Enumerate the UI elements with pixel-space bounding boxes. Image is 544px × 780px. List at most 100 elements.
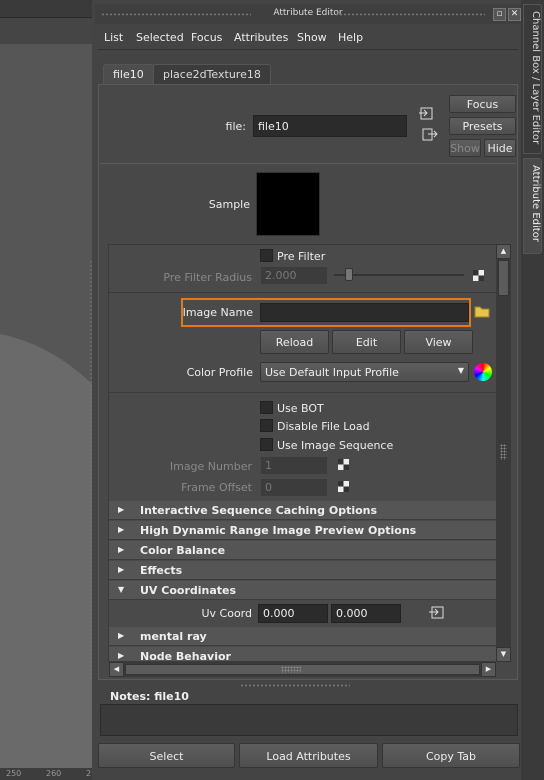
section-effects[interactable]: ▶ Effects xyxy=(109,561,496,580)
scroll-grip xyxy=(281,666,301,673)
section-hdr-preview[interactable]: ▶ High Dynamic Range Image Preview Option… xyxy=(109,521,496,540)
expand-arrow-icon: ▶ xyxy=(118,505,125,514)
section-interactive-sequence-caching[interactable]: ▶ Interactive Sequence Caching Options xyxy=(109,501,496,520)
scroll-right-icon[interactable]: ▶ xyxy=(481,662,496,677)
uv-coord-v-field[interactable]: 0.000 xyxy=(331,604,401,623)
section-label: Color Balance xyxy=(140,544,226,557)
frame-offset-field[interactable]: 0 xyxy=(260,478,328,497)
focus-button[interactable]: Focus xyxy=(449,95,516,113)
menu-help[interactable]: Help xyxy=(338,31,363,44)
frame-offset-label: Frame Offset xyxy=(181,481,252,494)
vertical-scroll-thumb[interactable] xyxy=(498,260,509,296)
menu-bar: List Selected Focus Attributes Show Help xyxy=(98,28,518,48)
view-button[interactable]: View xyxy=(404,330,473,354)
map-texture-icon[interactable] xyxy=(473,270,484,281)
time-ruler[interactable]: 250 260 270 280 290 40 xyxy=(0,768,92,780)
notes-textarea[interactable] xyxy=(100,704,518,736)
section-node-behavior[interactable]: ▶ Node Behavior xyxy=(109,647,496,663)
uv-coord-u-field[interactable]: 0.000 xyxy=(258,604,328,623)
scroll-left-icon[interactable]: ◀ xyxy=(109,662,124,677)
menu-selected[interactable]: Selected xyxy=(136,31,184,44)
viewport-toolbar xyxy=(0,0,92,18)
menu-focus[interactable]: Focus xyxy=(191,31,222,44)
tab-attribute-editor[interactable]: Attribute Editor xyxy=(523,158,542,254)
image-number-field[interactable]: 1 xyxy=(260,456,328,475)
notes-label: Notes: file10 xyxy=(110,690,189,703)
color-profile-label: Color Profile xyxy=(186,366,253,379)
file-label: file: xyxy=(225,120,246,133)
pre-filter-radius-slider-track[interactable] xyxy=(334,274,464,276)
color-profile-dropdown[interactable]: Use Default Input Profile ▼ xyxy=(260,362,469,382)
section-label: Effects xyxy=(140,564,183,577)
notes-splitter-handle[interactable] xyxy=(240,684,350,687)
section-label: UV Coordinates xyxy=(140,584,237,597)
float-window-icon[interactable]: ▫ xyxy=(493,8,506,21)
divider xyxy=(109,392,496,393)
menu-divider xyxy=(98,49,518,50)
pre-filter-radius-label: Pre Filter Radius xyxy=(163,271,252,284)
file-name-field[interactable]: file10 xyxy=(253,115,407,137)
pre-filter-radius-field[interactable]: 2.000 xyxy=(260,266,328,285)
pre-filter-checkbox[interactable] xyxy=(260,249,273,262)
input-connection-icon[interactable] xyxy=(419,107,435,121)
menu-attributes[interactable]: Attributes xyxy=(234,31,288,44)
divider xyxy=(109,292,496,293)
use-image-sequence-checkbox[interactable] xyxy=(260,438,273,451)
node-tabs: file10 place2dTexture18 xyxy=(103,64,503,84)
output-connection-icon[interactable] xyxy=(422,128,438,142)
viewport-splitter-handle[interactable] xyxy=(90,260,92,680)
expand-arrow-icon: ▶ xyxy=(118,631,125,640)
side-tab-bar: Channel Box / Layer Editor Attribute Edi… xyxy=(521,0,544,780)
use-image-sequence-label: Use Image Sequence xyxy=(277,439,394,452)
section-color-balance[interactable]: ▶ Color Balance xyxy=(109,541,496,560)
use-bot-checkbox[interactable] xyxy=(260,401,273,414)
expand-arrow-icon: ▶ xyxy=(118,545,125,554)
viewport-ground-plane xyxy=(0,334,92,768)
input-connection-icon[interactable] xyxy=(429,606,445,620)
window-titlebar[interactable]: Attribute Editor ▫ ✕ xyxy=(95,4,521,24)
image-number-map-icon[interactable] xyxy=(338,459,349,470)
menu-list[interactable]: List xyxy=(104,31,123,44)
pre-filter-radius-slider-handle[interactable] xyxy=(345,268,353,281)
image-name-label: Image Name xyxy=(182,306,253,319)
sample-label: Sample xyxy=(208,198,250,211)
viewport-panel[interactable]: 250 260 270 280 290 40 xyxy=(0,0,92,780)
disable-file-load-checkbox[interactable] xyxy=(260,419,273,432)
presets-button[interactable]: Presets xyxy=(449,117,516,135)
load-attributes-button[interactable]: Load Attributes xyxy=(239,743,378,768)
section-label: mental ray xyxy=(140,630,207,643)
chevron-down-icon: ▼ xyxy=(457,366,464,375)
section-label: Interactive Sequence Caching Options xyxy=(140,504,378,517)
ruler-tick: 260 xyxy=(46,769,62,778)
image-number-label: Image Number xyxy=(169,460,252,473)
section-label: High Dynamic Range Image Preview Options xyxy=(140,524,417,537)
image-name-field[interactable] xyxy=(260,303,469,322)
scroll-down-icon[interactable]: ▼ xyxy=(496,647,511,662)
close-icon[interactable]: ✕ xyxy=(508,8,521,21)
header-divider xyxy=(100,163,516,164)
sample-swatch xyxy=(256,172,320,236)
folder-icon[interactable] xyxy=(474,305,490,318)
tab-place2dtexture18[interactable]: place2dTexture18 xyxy=(153,64,271,84)
show-button[interactable]: Show xyxy=(449,139,481,157)
frame-offset-map-icon[interactable] xyxy=(338,481,349,492)
scroll-grip xyxy=(500,444,507,460)
copy-tab-button[interactable]: Copy Tab xyxy=(382,743,520,768)
ruler-tick: 250 xyxy=(6,769,22,778)
edit-button[interactable]: Edit xyxy=(332,330,401,354)
color-management-icon[interactable] xyxy=(474,363,492,381)
reload-button[interactable]: Reload xyxy=(260,330,329,354)
horizontal-scroll-thumb[interactable] xyxy=(125,664,480,675)
menu-show[interactable]: Show xyxy=(297,31,327,44)
tab-channel-box-layer-editor[interactable]: Channel Box / Layer Editor xyxy=(523,4,542,154)
disable-file-load-label: Disable File Load xyxy=(277,420,370,433)
section-uv-coordinates[interactable]: ▼ UV Coordinates xyxy=(109,581,496,600)
section-mental-ray[interactable]: ▶ mental ray xyxy=(109,627,496,646)
horizontal-scrollbar[interactable]: ◀ ▶ xyxy=(109,662,496,677)
hide-button[interactable]: Hide xyxy=(484,139,516,157)
tab-file10[interactable]: file10 xyxy=(103,64,154,84)
vertical-scrollbar[interactable]: ▲ ▼ xyxy=(496,244,511,662)
select-button[interactable]: Select xyxy=(98,743,235,768)
expand-arrow-icon: ▶ xyxy=(118,565,125,574)
scroll-up-icon[interactable]: ▲ xyxy=(496,244,511,259)
